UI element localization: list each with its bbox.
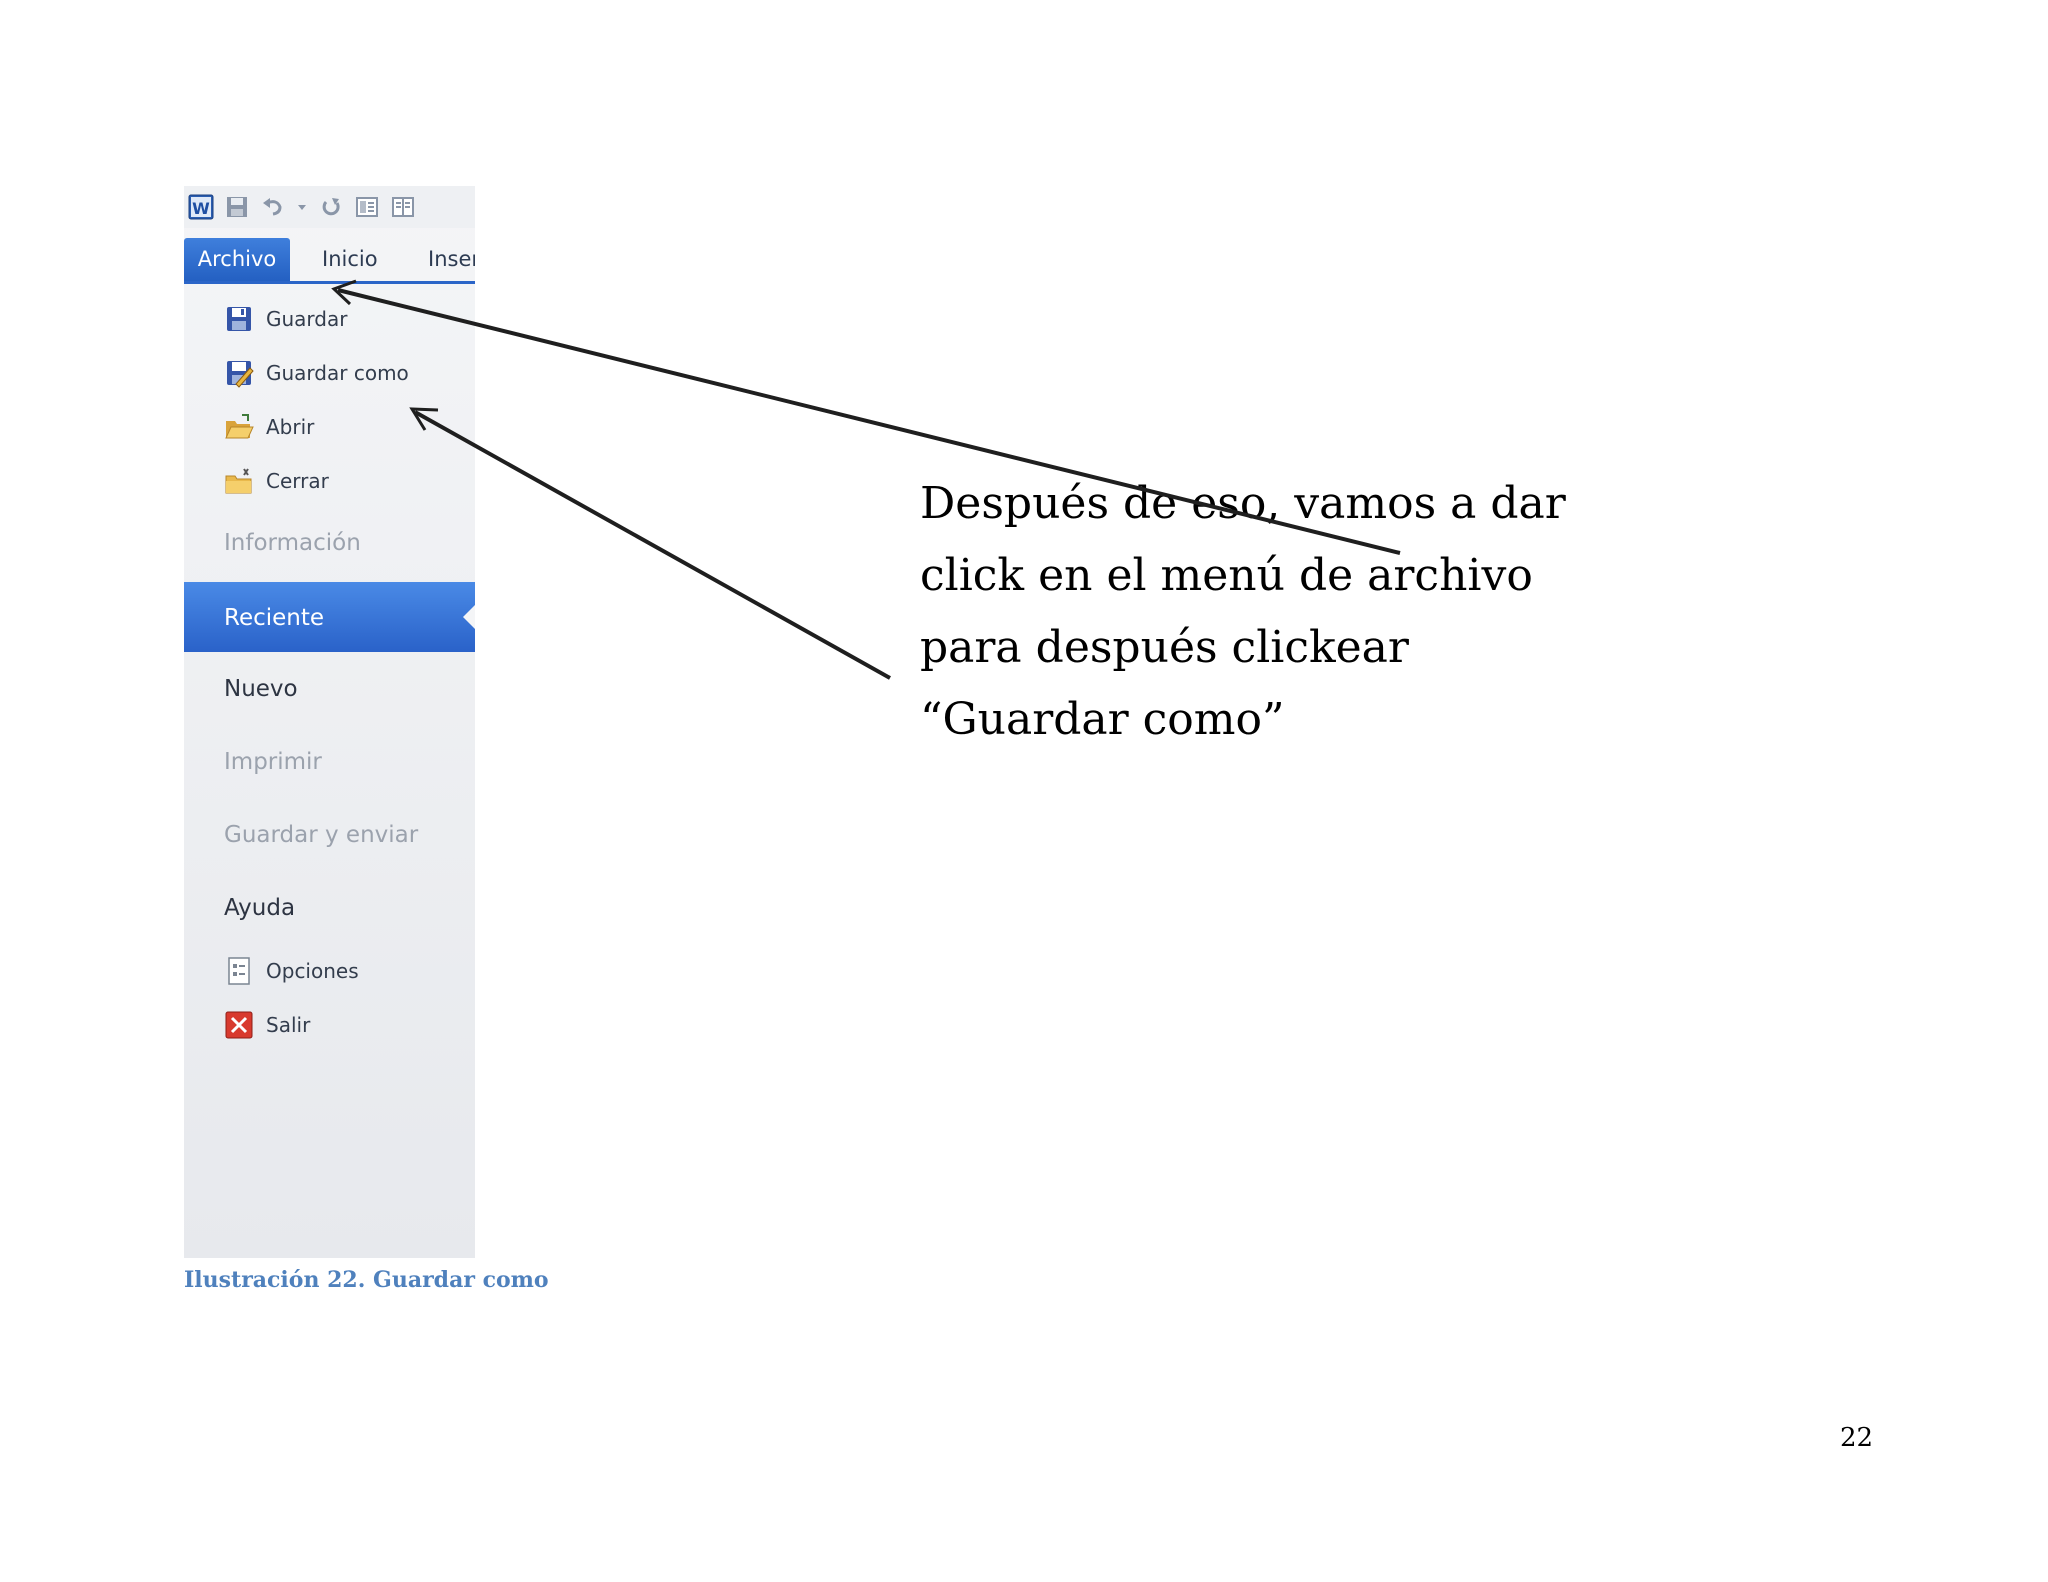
save-as-icon [224,358,254,388]
selection-notch [463,604,475,630]
category-reciente-selected[interactable]: Reciente [184,582,475,652]
undo-icon[interactable] [260,194,286,220]
close-folder-icon [224,466,254,496]
arrow-to-guardar-como [409,407,891,680]
annotation-text: Después de eso, vamos a dar click en el … [920,468,1566,756]
save-icon [224,304,254,334]
menu-item-salir[interactable]: Salir [184,1010,475,1040]
menu-item-opciones[interactable]: Opciones [184,956,475,986]
menu-item-label: Guardar [266,307,348,331]
exit-icon [224,1010,254,1040]
category-guardar-y-enviar[interactable]: Guardar y enviar [224,822,418,848]
ribbon-tabs: Archivo Inicio Inser [184,238,475,284]
figure-caption: Ilustración 22. Guardar como [184,1267,549,1293]
layout-columns-icon[interactable] [390,194,416,220]
menu-item-guardar[interactable]: Guardar [184,304,475,334]
svg-text:W: W [192,199,210,218]
annotation-line: Después de eso, vamos a dar [920,478,1566,529]
annotation-line: click en el menú de archivo [920,550,1533,601]
tab-inicio[interactable]: Inicio [322,238,378,281]
category-nuevo[interactable]: Nuevo [224,676,298,702]
tab-insertar[interactable]: Inser [428,238,475,281]
menu-item-guardar-como[interactable]: Guardar como [184,358,475,388]
category-reciente: Reciente [224,605,325,631]
word-backstage-screenshot: W Archivo Inicio Inser Guardar Guardar c… [184,186,475,1258]
save-icon[interactable] [224,194,250,220]
page-number: 22 [1840,1423,1874,1453]
menu-item-label: Cerrar [266,469,329,493]
category-imprimir[interactable]: Imprimir [224,749,322,775]
menu-item-abrir[interactable]: Abrir [184,412,475,442]
open-folder-icon [224,412,254,442]
quick-access-toolbar: W [184,186,475,228]
word-logo-icon: W [188,194,214,220]
options-icon [224,956,254,986]
menu-item-label: Salir [266,1013,311,1037]
annotation-line: para después clickear [920,622,1409,673]
category-ayuda[interactable]: Ayuda [224,895,295,921]
tab-archivo[interactable]: Archivo [184,238,290,281]
layout-icon[interactable] [354,194,380,220]
menu-item-cerrar[interactable]: Cerrar [184,466,475,496]
menu-item-label: Guardar como [266,361,409,385]
menu-item-label: Opciones [266,959,359,983]
menu-item-label: Abrir [266,415,315,439]
category-informacion[interactable]: Información [224,530,361,556]
annotation-line: “Guardar como” [920,694,1285,745]
redo-icon[interactable] [318,194,344,220]
dropdown-arrow-icon[interactable] [296,194,308,220]
